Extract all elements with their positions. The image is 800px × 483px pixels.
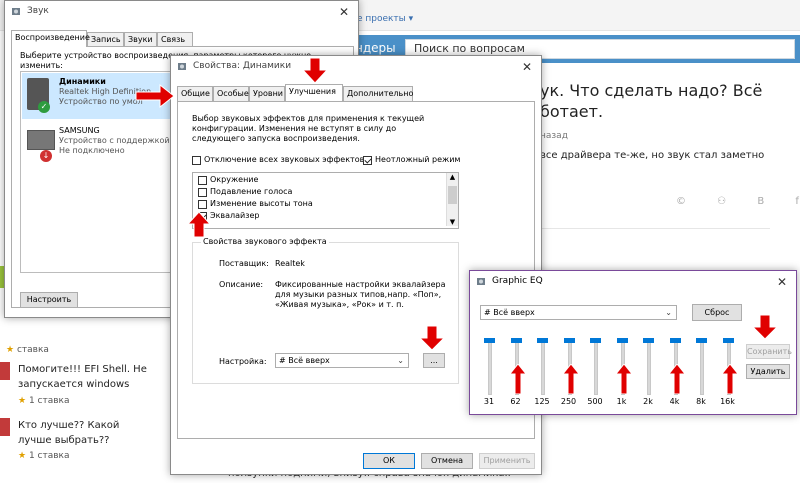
tab-enhancements[interactable]: Улучшения (285, 84, 343, 101)
tab-playback[interactable]: Воспроизведение (11, 30, 90, 47)
down-arrow-icon (751, 314, 779, 340)
down-arrow-icon (418, 325, 446, 351)
right-arrow-icon (135, 83, 175, 109)
up-arrow-icon (186, 211, 212, 238)
annotation-arrows (135, 57, 779, 351)
down-arrow-icon (301, 57, 329, 84)
